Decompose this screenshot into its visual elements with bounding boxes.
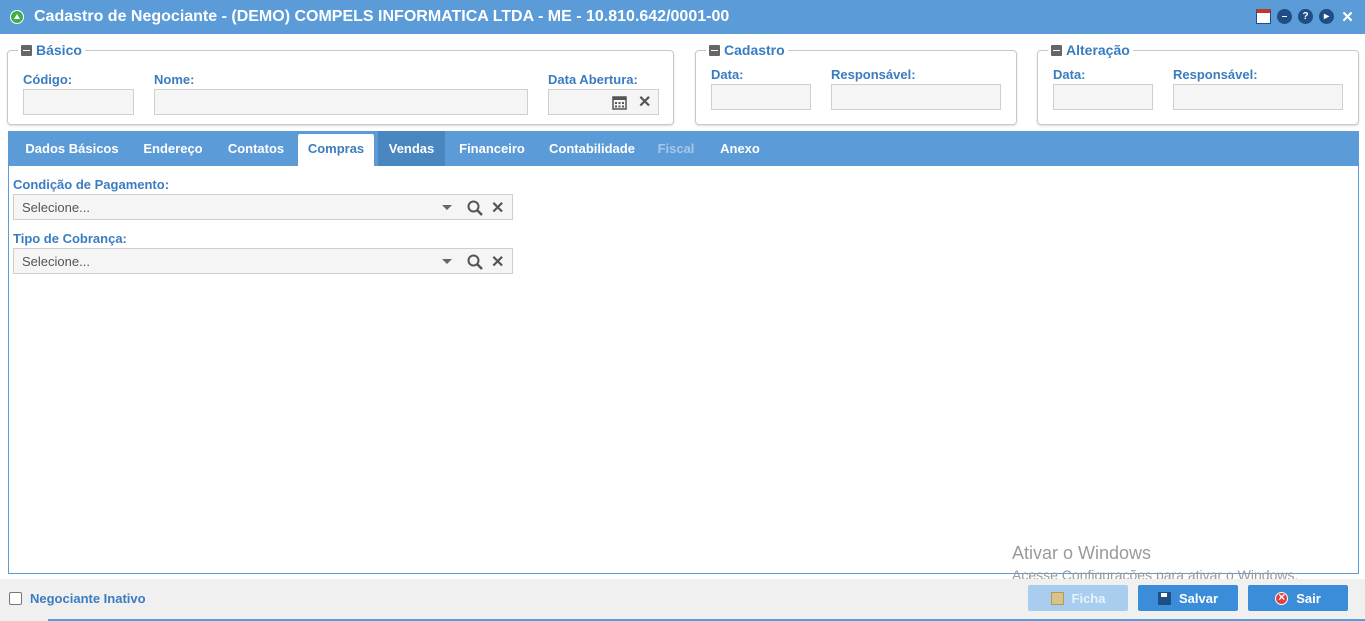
basico-legend-label: Básico	[36, 42, 82, 58]
codigo-label: Código:	[23, 72, 73, 87]
data-abertura-label: Data Abertura:	[548, 72, 638, 87]
chevron-down-icon[interactable]	[442, 259, 452, 264]
tab-dados-basicos[interactable]: Dados Básicos	[12, 131, 132, 166]
tab-financeiro[interactable]: Financeiro	[448, 131, 536, 166]
cadastro-legend-label: Cadastro	[724, 42, 785, 58]
tipo-cobranca-placeholder: Selecione...	[22, 254, 90, 269]
alteracao-responsavel-label: Responsável:	[1173, 67, 1258, 82]
calendar-icon[interactable]	[1256, 9, 1271, 24]
close-icon[interactable]: ✕	[1340, 9, 1355, 26]
window-title: Cadastro de Negociante - (DEMO) COMPELS …	[34, 8, 730, 25]
negociante-inativo-label[interactable]: Negociante Inativo	[30, 591, 146, 606]
ficha-button-label: Ficha	[1071, 590, 1106, 606]
alteracao-data-label: Data:	[1053, 67, 1086, 82]
tab-endereco[interactable]: Endereço	[132, 131, 214, 166]
app-icon	[10, 10, 24, 24]
basico-legend[interactable]: Básico	[18, 42, 85, 58]
windows-watermark-title: Ativar o Windows	[1012, 543, 1152, 563]
cadastro-legend[interactable]: Cadastro	[706, 42, 788, 58]
tab-content-compras: Condição de Pagamento: Selecione... ✕ Ti…	[8, 166, 1359, 574]
sair-button-label: Sair	[1296, 590, 1321, 606]
ficha-button: Ficha	[1028, 585, 1128, 611]
condicao-pagamento-placeholder: Selecione...	[22, 200, 90, 215]
collapse-icon[interactable]	[1051, 44, 1062, 56]
tab-fiscal: Fiscal	[657, 141, 695, 156]
clear-date-icon[interactable]: ✕	[638, 92, 651, 112]
window-titlebar: Cadastro de Negociante - (DEMO) COMPELS …	[0, 0, 1365, 34]
sair-button[interactable]: Sair	[1248, 585, 1348, 611]
cadastro-group: Cadastro Data: Responsável:	[695, 42, 1017, 125]
tab-contabilidade[interactable]: Contabilidade	[538, 131, 646, 166]
save-icon	[1157, 591, 1171, 605]
tab-bar: Dados Básicos Endereço Contatos Compras …	[8, 131, 1359, 166]
condicao-pagamento-label: Condição de Pagamento:	[13, 177, 170, 192]
search-icon[interactable]	[466, 199, 484, 217]
search-icon[interactable]	[466, 253, 484, 271]
clear-icon[interactable]: ✕	[491, 252, 504, 272]
condicao-pagamento-select[interactable]: Selecione... ✕	[13, 194, 513, 220]
alteracao-data-field	[1053, 84, 1153, 110]
tab-contatos[interactable]: Contatos	[214, 131, 298, 166]
nome-input[interactable]	[154, 89, 528, 115]
collapse-icon[interactable]	[709, 44, 720, 56]
clipboard-icon	[1050, 591, 1064, 605]
tab-vendas[interactable]: Vendas	[378, 131, 445, 166]
alteracao-legend-label: Alteração	[1066, 42, 1130, 58]
exit-icon	[1275, 590, 1289, 605]
tab-compras[interactable]: Compras	[298, 134, 374, 166]
salvar-button[interactable]: Salvar	[1138, 585, 1238, 611]
cadastro-data-field	[711, 84, 811, 110]
alteracao-responsavel-field	[1173, 84, 1343, 110]
chevron-down-icon[interactable]	[442, 205, 452, 210]
alteracao-legend[interactable]: Alteração	[1048, 42, 1133, 58]
basico-group: Básico Código: Nome: Data Abertura: ✕	[7, 42, 674, 125]
tipo-cobranca-label: Tipo de Cobrança:	[13, 231, 127, 246]
calendar-icon[interactable]	[612, 95, 627, 110]
clear-icon[interactable]: ✕	[491, 198, 504, 218]
footer-bar: Negociante Inativo Ficha Salvar Sair	[0, 579, 1365, 621]
minimize-icon[interactable]: –	[1277, 9, 1292, 24]
nome-label: Nome:	[154, 72, 195, 87]
tab-anexo[interactable]: Anexo	[706, 131, 774, 166]
salvar-button-label: Salvar	[1178, 590, 1219, 606]
codigo-input[interactable]	[23, 89, 134, 115]
collapse-icon[interactable]	[21, 44, 32, 56]
cadastro-responsavel-label: Responsável:	[831, 67, 916, 82]
next-icon[interactable]: ▸	[1319, 9, 1334, 24]
titlebar-icons: – ? ▸ ✕	[1256, 9, 1355, 26]
tipo-cobranca-select[interactable]: Selecione... ✕	[13, 248, 513, 274]
alteracao-group: Alteração Data: Responsável:	[1037, 42, 1359, 125]
cadastro-responsavel-field	[831, 84, 1001, 110]
help-icon[interactable]: ?	[1298, 9, 1313, 24]
negociante-inativo-checkbox[interactable]	[9, 592, 22, 605]
data-abertura-input[interactable]: ✕	[548, 89, 659, 115]
cadastro-data-label: Data:	[711, 67, 744, 82]
